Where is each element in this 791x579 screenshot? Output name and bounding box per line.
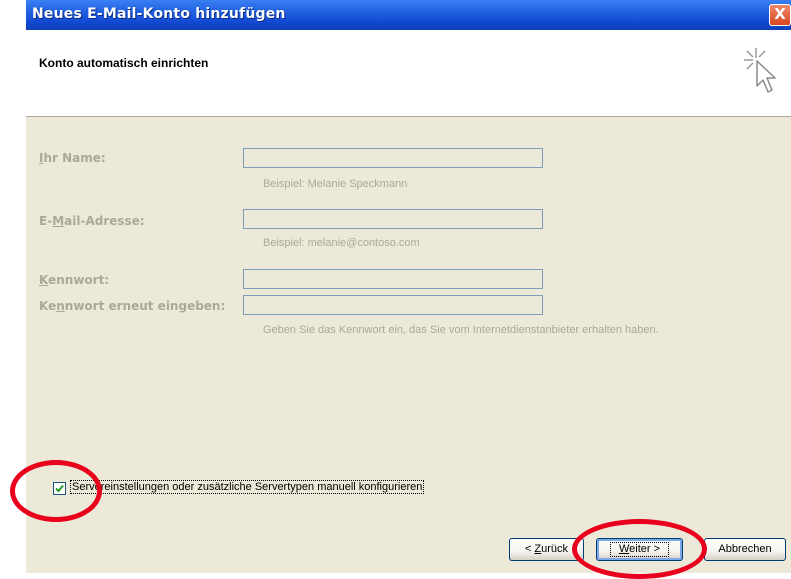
password-hint: Geben Sie das Kennwort ein, das Sie vom … bbox=[263, 324, 659, 336]
email-hint: Beispiel: melanie@contoso.com bbox=[263, 237, 420, 249]
next-button-annotation-circle bbox=[572, 519, 707, 579]
cancel-button[interactable]: Abbrechen bbox=[704, 538, 786, 561]
name-hint: Beispiel: Melanie Speckmann bbox=[263, 178, 408, 190]
close-button[interactable]: X bbox=[769, 4, 791, 26]
email-label: E-Mail-Adresse: bbox=[39, 214, 145, 228]
password-label: Kennwort: bbox=[39, 273, 110, 287]
close-icon: X bbox=[774, 5, 786, 23]
manual-config-label[interactable]: Servereinstellungen oder zusätzliche Ser… bbox=[70, 480, 425, 494]
checkbox-annotation-circle bbox=[10, 460, 102, 522]
title-bar[interactable]: Neues E-Mail-Konto hinzufügen X bbox=[26, 0, 791, 30]
password-confirm-field[interactable] bbox=[243, 295, 543, 315]
window-title: Neues E-Mail-Konto hinzufügen bbox=[32, 6, 286, 22]
password-confirm-label: Kennwort erneut eingeben: bbox=[39, 299, 226, 313]
wizard-header: Konto automatisch einrichten bbox=[26, 30, 791, 117]
add-email-account-dialog: Neues E-Mail-Konto hinzufügen X Konto au… bbox=[26, 0, 791, 573]
page-title: Konto automatisch einrichten bbox=[39, 56, 209, 70]
password-field[interactable] bbox=[243, 269, 543, 289]
email-field[interactable] bbox=[243, 209, 543, 229]
name-label: Ihr Name: bbox=[39, 151, 106, 165]
wizard-cursor-icon bbox=[744, 48, 776, 93]
wizard-body bbox=[26, 117, 791, 573]
name-field[interactable] bbox=[243, 148, 543, 168]
